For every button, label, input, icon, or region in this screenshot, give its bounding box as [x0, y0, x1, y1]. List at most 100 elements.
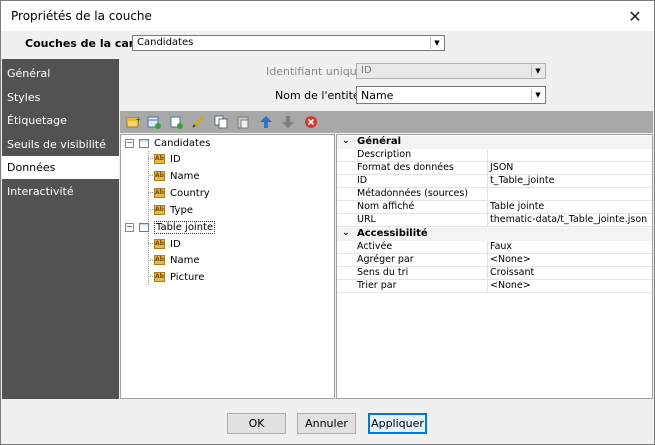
sidebar-item-styles[interactable]: Styles: [2, 86, 119, 109]
property-row[interactable]: Agréger par <None>: [337, 254, 652, 267]
sidebar-item-visibility[interactable]: Seuils de visibilité: [2, 133, 119, 156]
property-row[interactable]: Description: [337, 149, 652, 162]
chevron-down-icon: ▼: [531, 65, 544, 77]
sidebar: Général Styles Étiquetage Seuils de visi…: [2, 59, 119, 399]
layer-properties-dialog: Propriétés de la couche ✕ Couches de la …: [0, 0, 655, 445]
tree-field[interactable]: Ab Name: [154, 252, 200, 268]
collapse-icon[interactable]: −: [125, 223, 134, 232]
property-value[interactable]: <None>: [490, 280, 531, 291]
property-value[interactable]: Table jointe: [490, 201, 544, 212]
cancel-button[interactable]: Annuler: [297, 413, 356, 434]
edit-icon[interactable]: [190, 114, 206, 130]
entity-name-label: Nom de l'entité:: [275, 89, 364, 102]
svg-text:+: +: [135, 115, 140, 124]
category-label: Accessibilité: [357, 228, 428, 239]
property-value[interactable]: thematic-data/t_Table_jointe.json: [490, 214, 647, 225]
tree-field-label: Country: [170, 187, 210, 199]
delete-icon[interactable]: [303, 114, 319, 130]
category-accessibility[interactable]: ⌄ Accessibilité: [337, 228, 652, 241]
window-title: Propriétés de la couche: [11, 9, 152, 23]
property-row[interactable]: Métadonnées (sources): [337, 188, 652, 201]
tree-field[interactable]: Ab Type: [154, 202, 193, 218]
property-key: URL: [357, 214, 376, 225]
property-row[interactable]: ID t_Table_jointe: [337, 175, 652, 188]
layers-select[interactable]: Candidates ▼: [132, 35, 445, 51]
add-field-icon[interactable]: [168, 114, 184, 130]
tree-table-label: Table jointe: [154, 220, 216, 234]
table-icon: [139, 222, 149, 232]
sidebar-item-general[interactable]: Général: [2, 62, 119, 85]
property-row[interactable]: Sens du tri Croissant: [337, 267, 652, 280]
add-join-icon[interactable]: [146, 114, 162, 130]
title-bar: Propriétés de la couche ✕: [1, 1, 654, 31]
entity-name-value: Name: [361, 89, 394, 102]
paste-icon[interactable]: [235, 114, 251, 130]
property-row[interactable]: Nom affiché Table jointe: [337, 201, 652, 214]
chevron-down-icon[interactable]: ⌄: [342, 136, 350, 146]
text-field-icon: Ab: [154, 188, 165, 198]
tree-table-candidates[interactable]: Candidates: [139, 135, 210, 151]
property-key: Nom affiché: [357, 201, 415, 212]
tree-field[interactable]: Ab ID: [154, 236, 181, 252]
unique-id-select: ID ▼: [356, 63, 546, 79]
property-key: Agréger par: [357, 254, 414, 265]
property-key: ID: [357, 175, 368, 186]
data-panel: Identifiant unique: ID ▼ Nom de l'entité…: [120, 59, 653, 399]
property-grid: ⌄ Général Description Format des données…: [336, 134, 653, 399]
property-value[interactable]: JSON: [490, 162, 513, 173]
tree-field-label: Name: [170, 170, 200, 182]
text-field-icon: Ab: [154, 205, 165, 215]
property-value[interactable]: t_Table_jointe: [490, 175, 554, 186]
property-row[interactable]: Format des données JSON: [337, 162, 652, 175]
add-table-icon[interactable]: +: [125, 114, 141, 130]
data-tree: − Candidates Ab ID Ab Name Ab Country Ab…: [120, 134, 335, 399]
tree-table-label: Candidates: [154, 137, 211, 149]
text-field-icon: Ab: [154, 154, 165, 164]
unique-id-value: ID: [361, 65, 372, 76]
property-row[interactable]: URL thematic-data/t_Table_jointe.json: [337, 214, 652, 227]
property-key: Trier par: [357, 280, 397, 291]
property-key: Description: [357, 149, 412, 160]
property-value[interactable]: Faux: [490, 241, 512, 252]
copy-icon[interactable]: [213, 114, 229, 130]
property-key: Format des données: [357, 162, 454, 173]
tree-field-label: Picture: [170, 271, 205, 283]
chevron-down-icon[interactable]: ▼: [531, 89, 544, 101]
text-field-icon: Ab: [154, 272, 165, 282]
toolbar: +: [120, 111, 653, 133]
layers-row: Couches de la carte: Candidates ▼: [1, 31, 654, 58]
table-icon: [139, 138, 149, 148]
category-general[interactable]: ⌄ Général: [337, 136, 652, 149]
tree-field[interactable]: Ab Name: [154, 168, 200, 184]
property-value[interactable]: Croissant: [490, 267, 534, 278]
ok-button[interactable]: OK: [227, 413, 286, 434]
tree-field-label: ID: [170, 153, 181, 165]
tree-field-label: Type: [170, 204, 193, 216]
tree-field[interactable]: Ab ID: [154, 151, 181, 167]
tree-field[interactable]: Ab Country: [154, 185, 210, 201]
move-down-icon[interactable]: [280, 114, 296, 130]
text-field-icon: Ab: [154, 255, 165, 265]
collapse-icon[interactable]: −: [125, 139, 134, 148]
dialog-footer: OK Annuler Appliquer: [2, 399, 654, 444]
tree-field[interactable]: Ab Picture: [154, 269, 204, 285]
apply-button[interactable]: Appliquer: [368, 413, 427, 434]
sidebar-item-interactivity[interactable]: Interactivité: [2, 180, 119, 203]
tree-table-joined[interactable]: Table jointe: [139, 219, 216, 235]
property-key: Sens du tri: [357, 267, 409, 278]
text-field-icon: Ab: [154, 239, 165, 249]
chevron-down-icon[interactable]: ⌄: [342, 228, 350, 238]
category-label: Général: [357, 136, 401, 147]
text-field-icon: Ab: [154, 171, 165, 181]
layers-select-value: Candidates: [137, 37, 194, 48]
close-icon[interactable]: ✕: [616, 1, 654, 31]
unique-id-label: Identifiant unique:: [266, 65, 368, 78]
chevron-down-icon[interactable]: ▼: [430, 37, 443, 49]
entity-name-select[interactable]: Name ▼: [356, 86, 546, 104]
sidebar-item-data[interactable]: Données: [2, 156, 119, 179]
property-row[interactable]: Activée Faux: [337, 241, 652, 254]
move-up-icon[interactable]: [258, 114, 274, 130]
property-value[interactable]: <None>: [490, 254, 531, 265]
sidebar-item-labeling[interactable]: Étiquetage: [2, 109, 119, 132]
property-row[interactable]: Trier par <None>: [337, 280, 652, 293]
